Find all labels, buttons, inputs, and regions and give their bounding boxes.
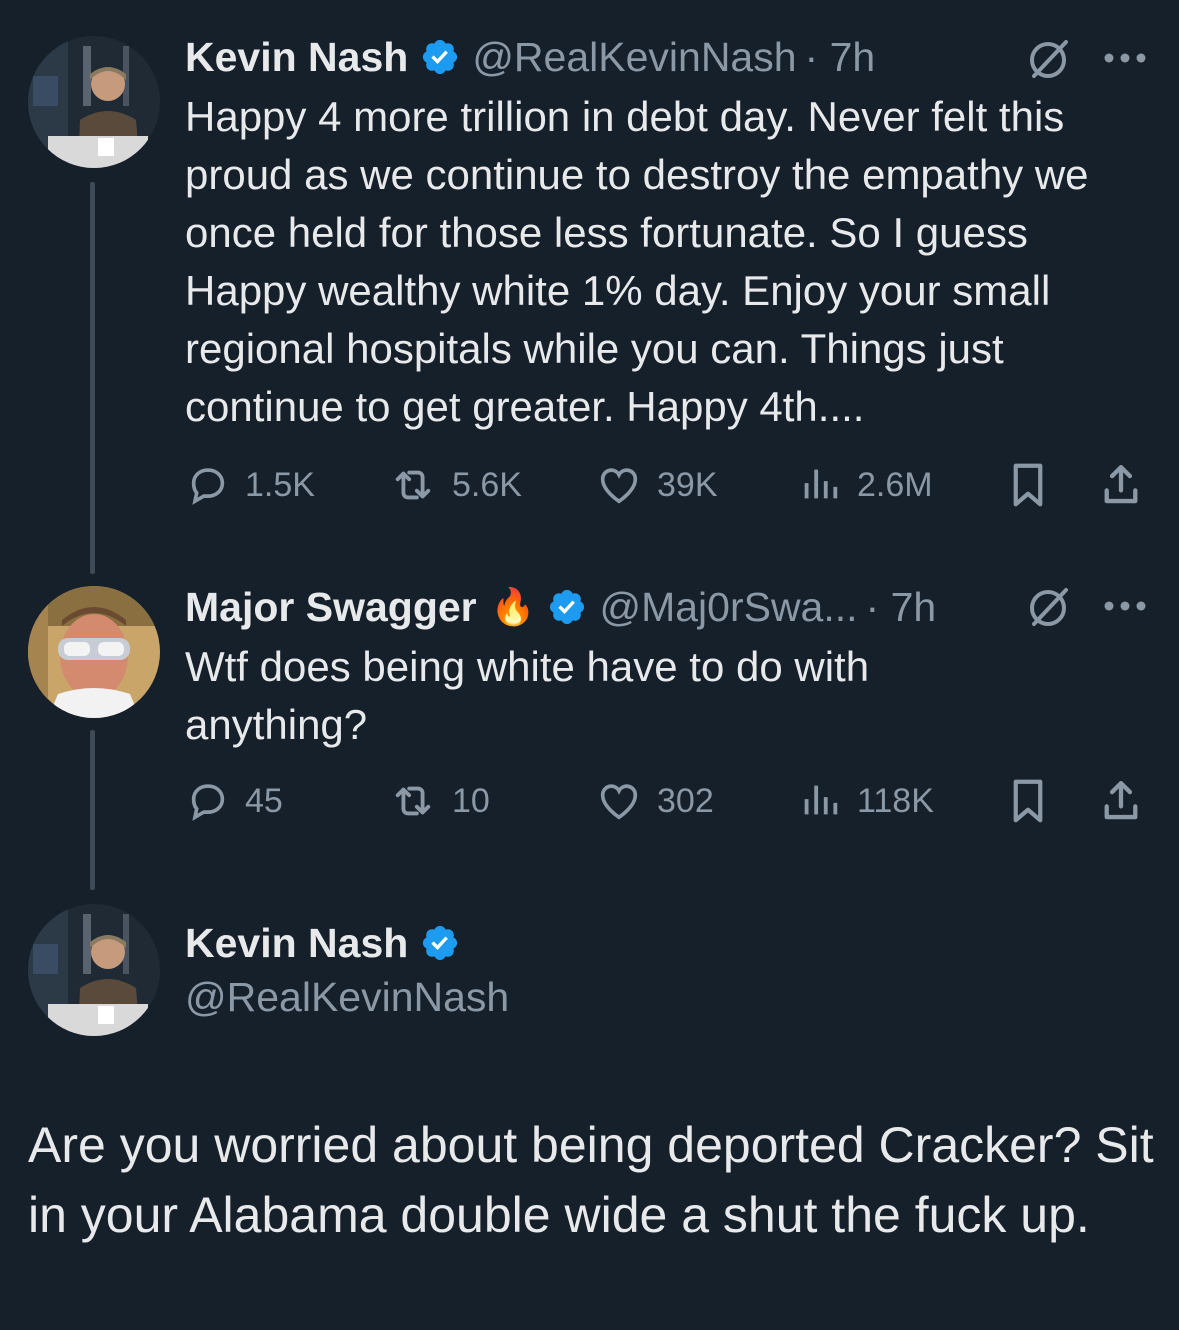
views-icon [804, 785, 838, 815]
tweet-header: Kevin Nash @RealKevinNash · 7h [185, 32, 875, 82]
view-count: 2.6M [857, 465, 933, 504]
like-icon [600, 468, 638, 504]
tweet-text: Wtf does being white have to do with any… [185, 643, 870, 748]
repost-button[interactable]: 10 [388, 776, 490, 826]
repost-button[interactable]: 5.6K [388, 460, 522, 510]
reply-icon [191, 784, 225, 821]
fire-emoji: 🔥 [490, 586, 536, 627]
views-button[interactable]: 2.6M [797, 460, 933, 510]
tweet-actions: 45 10 302 118K [185, 776, 1145, 826]
author-handle[interactable]: @RealKevinNash [472, 32, 796, 82]
tweet-actions: 1.5K 5.6K 39K 2.6M [185, 460, 1145, 510]
like-count: 302 [657, 781, 714, 820]
author-name[interactable]: Kevin Nash [185, 32, 408, 82]
tweet-kevin-nash-focused: Kevin Nash @RealKevinNash Are you worrie… [0, 900, 1179, 1330]
avatar[interactable] [28, 36, 160, 168]
reply-button[interactable]: 1.5K [185, 460, 315, 510]
share-icon[interactable] [1099, 460, 1143, 510]
tweet-major-swagger[interactable]: Major Swagger 🔥 @Maj0rSwa... · 7h Wtf do… [0, 580, 1179, 860]
timestamp[interactable]: · 7h [805, 32, 876, 82]
reply-button[interactable]: 45 [185, 776, 283, 826]
repost-count: 5.6K [452, 465, 522, 504]
avatar[interactable] [28, 586, 160, 718]
grok-icon[interactable] [1026, 36, 1072, 82]
tweet-text: Happy 4 more trillion in debt day. Never… [185, 93, 1089, 430]
verified-badge-icon [423, 925, 458, 961]
verified-badge-icon [550, 589, 585, 625]
more-icon[interactable] [1103, 600, 1147, 612]
like-icon [600, 784, 638, 820]
like-button[interactable]: 302 [595, 776, 714, 826]
author-name[interactable]: Major Swagger [185, 582, 477, 632]
bookmark-icon[interactable] [1007, 776, 1049, 826]
views-button[interactable]: 118K [797, 776, 934, 826]
handle-row: @RealKevinNash [185, 972, 509, 1022]
like-button[interactable]: 39K [595, 460, 718, 510]
reply-count: 45 [245, 781, 283, 820]
author-handle[interactable]: @RealKevinNash [185, 972, 509, 1022]
avatar[interactable] [28, 904, 160, 1036]
timestamp[interactable]: · 7h [866, 582, 937, 632]
tweet-kevin-nash-1[interactable]: Kevin Nash @RealKevinNash · 7h Happy 4 m… [0, 0, 1179, 540]
tweet-header: Major Swagger 🔥 @Maj0rSwa... · 7h [185, 582, 936, 632]
verified-badge-icon [423, 39, 458, 75]
author-name[interactable]: Kevin Nash [185, 918, 408, 968]
author-handle[interactable]: @Maj0rSwa... [599, 582, 857, 632]
reply-count: 1.5K [245, 465, 315, 504]
more-icon[interactable] [1103, 52, 1147, 64]
repost-count: 10 [452, 781, 490, 820]
views-icon [804, 469, 838, 499]
tweet-header: Kevin Nash [185, 918, 460, 968]
bookmark-icon[interactable] [1007, 460, 1049, 510]
like-count: 39K [657, 465, 718, 504]
view-count: 118K [857, 781, 934, 820]
repost-icon [395, 470, 431, 500]
share-icon[interactable] [1099, 776, 1143, 826]
grok-icon[interactable] [1026, 584, 1072, 630]
tweet-text: Are you worried about being deported Cra… [28, 1117, 1154, 1243]
reply-icon [191, 468, 225, 505]
repost-icon [395, 786, 431, 816]
